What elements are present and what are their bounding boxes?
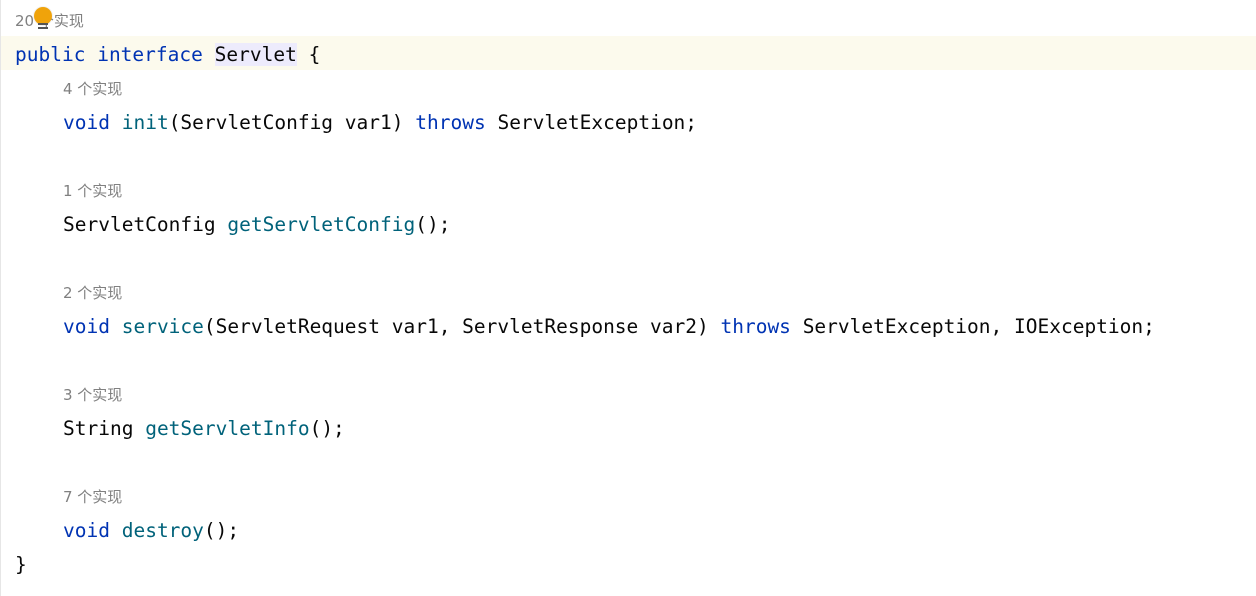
exception-list: ServletException, IOException; (802, 315, 1155, 338)
method-name-init: init (121, 111, 169, 134)
return-type: void (63, 111, 110, 134)
keyword-public: public (15, 43, 86, 66)
code-line-service[interactable]: void service(ServletRequest var1, Servle… (63, 313, 1155, 341)
method-params: (ServletConfig var1) (168, 111, 404, 134)
keyword-throws: throws (415, 111, 486, 134)
method-name-service: service (121, 315, 204, 338)
implementations-hint-init[interactable]: 4 个实现 (63, 79, 122, 99)
method-name-getservletconfig: getServletConfig (227, 213, 416, 236)
gutter-lines-icon (38, 23, 48, 33)
method-params: (ServletRequest var1, ServletResponse va… (203, 315, 709, 338)
return-type: void (63, 519, 110, 542)
exception-list: ServletException; (497, 111, 698, 134)
return-type: void (63, 315, 110, 338)
return-type: ServletConfig (63, 213, 216, 236)
open-brace: { (308, 43, 321, 66)
method-params: (); (203, 519, 240, 542)
code-line-getservletconfig[interactable]: ServletConfig getServletConfig(); (63, 211, 450, 239)
code-line-init[interactable]: void init(ServletConfig var1) throws Ser… (63, 109, 697, 137)
method-params: (); (415, 213, 451, 236)
keyword-throws: throws (720, 315, 791, 338)
code-line-getservletinfo[interactable]: String getServletInfo(); (63, 415, 345, 443)
closing-brace[interactable]: } (15, 551, 27, 579)
interface-name: Servlet (214, 43, 297, 66)
implementations-hint-destroy[interactable]: 7 个实现 (63, 487, 122, 507)
method-params: (); (309, 417, 345, 440)
keyword-interface: interface (97, 43, 203, 66)
return-type: String (63, 417, 134, 440)
method-name-getservletinfo: getServletInfo (145, 417, 310, 440)
code-line-destroy[interactable]: void destroy(); (63, 517, 239, 545)
method-name-destroy: destroy (121, 519, 204, 542)
code-line-interface-declaration[interactable]: public interface Servlet { (15, 41, 320, 69)
implementations-hint-getservletconfig[interactable]: 1 个实现 (63, 181, 122, 201)
code-editor[interactable]: 20 个实现 public interface Servlet { 4 个实现 … (0, 0, 1256, 596)
implementations-hint-getservletinfo[interactable]: 3 个实现 (63, 385, 122, 405)
implementations-hint-service[interactable]: 2 个实现 (63, 283, 122, 303)
